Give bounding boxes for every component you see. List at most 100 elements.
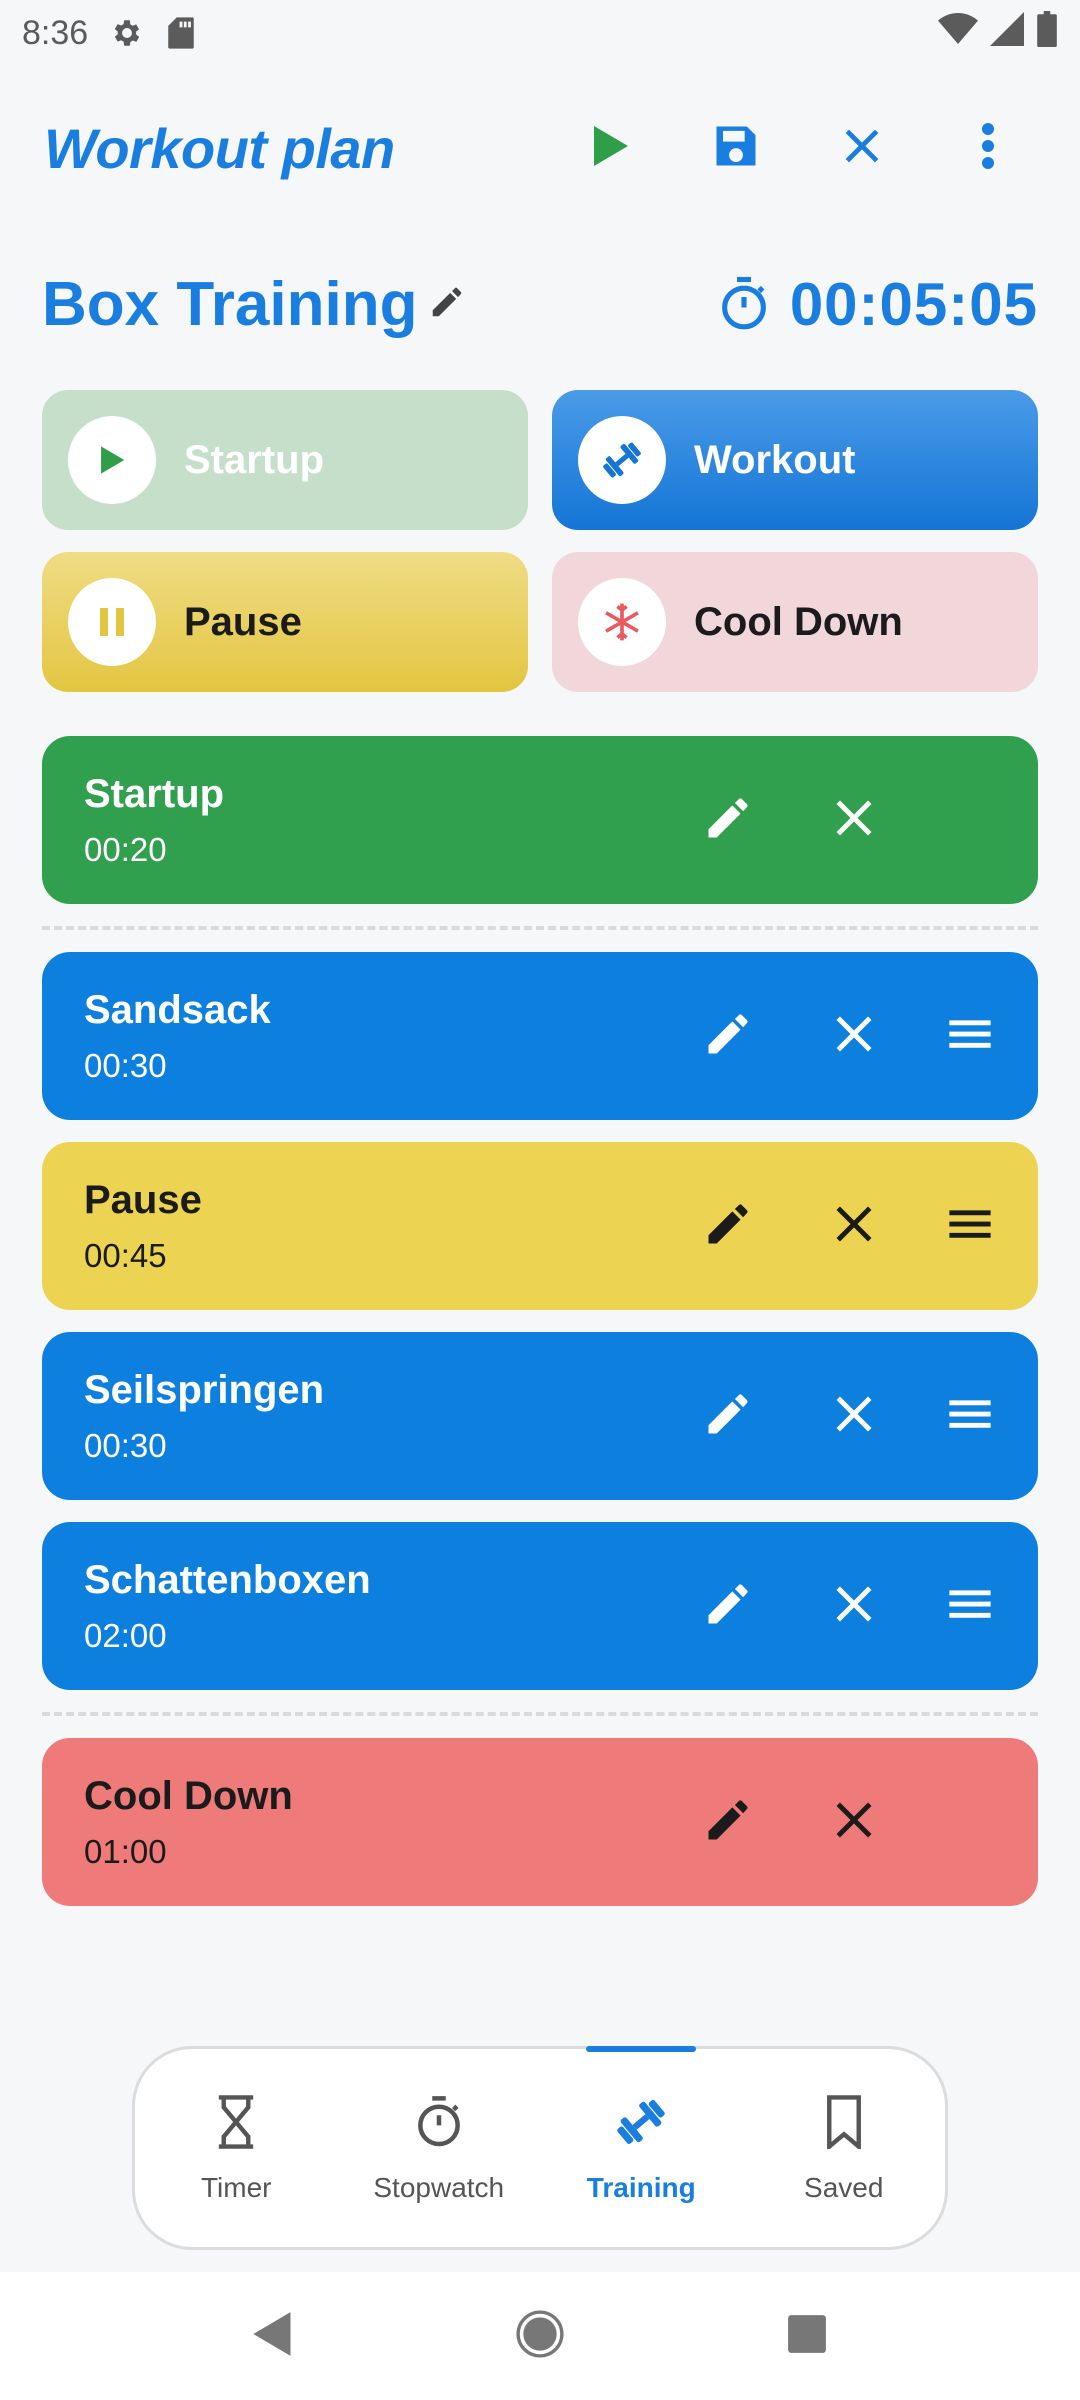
bookmark-icon: [814, 2092, 874, 2152]
edit-plan-name-button[interactable]: [425, 282, 469, 326]
chip-label: Startup: [184, 437, 324, 482]
close-icon: [840, 124, 884, 173]
status-right: [938, 10, 1058, 56]
nav-item-saved[interactable]: Saved: [743, 2049, 946, 2247]
cell-signal-icon: [990, 11, 1024, 55]
exercise-info: Seilspringen 00:30: [84, 1368, 324, 1465]
chip-label: Workout: [694, 437, 856, 482]
delete-exercise-button[interactable]: [804, 1556, 904, 1656]
exercise-info: Pause 00:45: [84, 1178, 202, 1275]
exercise-card-workout[interactable]: Seilspringen 00:30: [42, 1332, 1038, 1500]
edit-exercise-button[interactable]: [678, 1772, 778, 1872]
exercise-actions: [678, 1142, 1038, 1310]
edit-exercise-button[interactable]: [678, 1176, 778, 1276]
exercise-name: Startup: [84, 771, 224, 816]
drag-handle[interactable]: [920, 1176, 1020, 1276]
system-home-button[interactable]: [505, 2301, 575, 2371]
exercise-card-workout[interactable]: Sandsack 00:30: [42, 952, 1038, 1120]
pencil-icon: [702, 1198, 754, 1255]
add-section-chips: Startup Workout Pause Cool Down: [42, 390, 1038, 692]
nav-item-stopwatch[interactable]: Stopwatch: [338, 2049, 541, 2247]
nav-label: Stopwatch: [373, 2172, 505, 2203]
section-divider: [42, 1712, 1038, 1716]
nav-label: Timer: [200, 2172, 272, 2203]
exercise-name: Cool Down: [84, 1773, 293, 1818]
close-icon: [833, 1583, 875, 1630]
sd-card-icon: [162, 14, 200, 52]
bottom-navigation: Timer Stopwatch Training Saved: [132, 2046, 948, 2250]
gear-icon: [108, 14, 146, 52]
drag-handle-icon: [947, 1399, 993, 1434]
start-workout-button[interactable]: [562, 100, 658, 196]
edit-exercise-button[interactable]: [678, 986, 778, 1086]
delete-exercise-button[interactable]: [804, 770, 904, 870]
system-navigation-bar: [0, 2272, 1080, 2400]
nav-item-training[interactable]: Training: [540, 2049, 743, 2247]
more-options-button[interactable]: [940, 100, 1036, 196]
app-bar-actions: [532, 100, 1036, 196]
add-cooldown-chip[interactable]: Cool Down: [552, 552, 1038, 692]
delete-exercise-button[interactable]: [804, 1772, 904, 1872]
app-title: Workout plan: [44, 116, 395, 180]
play-icon: [590, 124, 630, 173]
drag-handle[interactable]: [920, 1556, 1020, 1656]
exercise-duration: 02:00: [84, 1616, 167, 1654]
plan-header: Box Training 00:05:05: [42, 262, 1038, 346]
save-icon: [710, 120, 762, 177]
drag-handle-icon: [947, 1019, 993, 1054]
exercise-duration: 00:45: [84, 1236, 167, 1274]
dumbbell-icon: [578, 416, 666, 504]
nav-item-timer[interactable]: Timer: [135, 2049, 338, 2247]
dumbbell-icon: [611, 2092, 671, 2152]
close-icon: [833, 797, 875, 844]
wifi-icon: [938, 12, 978, 55]
close-button[interactable]: [814, 100, 910, 196]
pencil-icon: [702, 1388, 754, 1445]
exercise-actions: [678, 1738, 1038, 1906]
system-back-button[interactable]: [238, 2301, 308, 2371]
exercise-duration: 00:30: [84, 1046, 167, 1084]
delete-exercise-button[interactable]: [804, 1176, 904, 1276]
exercise-card-cooldown[interactable]: Cool Down 01:00: [42, 1738, 1038, 1906]
add-workout-chip[interactable]: Workout: [552, 390, 1038, 530]
nav-label: Training: [586, 2172, 696, 2203]
exercise-card-startup[interactable]: Startup 00:20: [42, 736, 1038, 904]
drag-handle-icon: [947, 1589, 993, 1624]
exercise-name: Sandsack: [84, 987, 271, 1032]
exercise-info: Sandsack 00:30: [84, 988, 271, 1085]
battery-icon: [1036, 10, 1058, 56]
drag-handle[interactable]: [920, 1366, 1020, 1466]
plan-name[interactable]: Box Training: [42, 269, 417, 340]
exercise-card-pause[interactable]: Pause 00:45: [42, 1142, 1038, 1310]
pencil-icon: [702, 1794, 754, 1851]
close-icon: [833, 1013, 875, 1060]
edit-exercise-button[interactable]: [678, 1366, 778, 1466]
drag-handle[interactable]: [920, 986, 1020, 1086]
exercise-info: Startup 00:20: [84, 772, 224, 869]
exercise-actions: [678, 1522, 1038, 1690]
exercise-duration: 00:30: [84, 1426, 167, 1464]
pencil-icon: [702, 1008, 754, 1065]
delete-exercise-button[interactable]: [804, 986, 904, 1086]
exercise-name: Schattenboxen: [84, 1557, 371, 1602]
add-pause-chip[interactable]: Pause: [42, 552, 528, 692]
stopwatch-icon: [716, 276, 772, 332]
more-vert-icon: [980, 122, 996, 175]
delete-exercise-button[interactable]: [804, 1366, 904, 1466]
edit-exercise-button[interactable]: [678, 770, 778, 870]
hourglass-icon: [206, 2092, 266, 2152]
section-divider: [42, 926, 1038, 930]
top-app-bar: Workout plan: [0, 100, 1080, 196]
close-icon: [833, 1203, 875, 1250]
pencil-icon: [428, 283, 466, 326]
exercise-list: Startup 00:20 Sandsack 00:30 Pause 00:45…: [42, 736, 1038, 1928]
close-icon: [833, 1799, 875, 1846]
save-button[interactable]: [688, 100, 784, 196]
system-recents-button[interactable]: [772, 2301, 842, 2371]
total-duration-value: 00:05:05: [789, 270, 1038, 338]
edit-exercise-button[interactable]: [678, 1556, 778, 1656]
add-startup-chip[interactable]: Startup: [42, 390, 528, 530]
exercise-info: Cool Down 01:00: [84, 1774, 293, 1871]
snowflake-icon: [578, 578, 666, 666]
exercise-card-workout[interactable]: Schattenboxen 02:00: [42, 1522, 1038, 1690]
